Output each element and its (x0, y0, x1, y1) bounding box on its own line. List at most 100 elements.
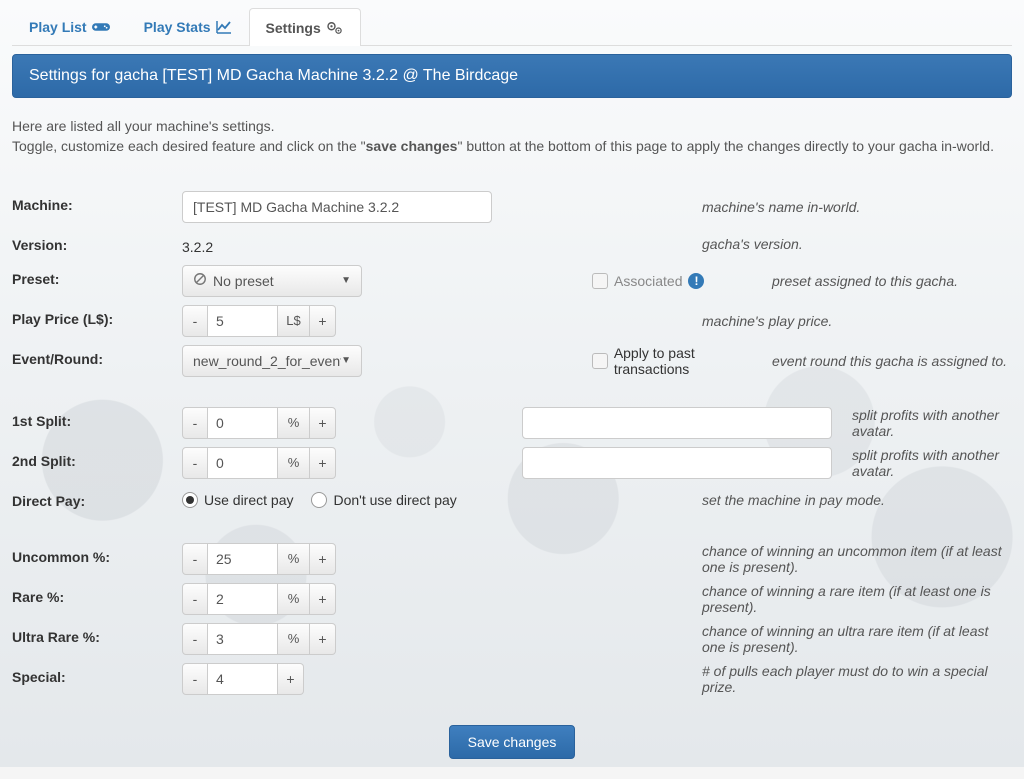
split1-stepper: - % + (182, 407, 336, 439)
tab-label: Settings (266, 20, 321, 36)
ultrarare-increment[interactable]: + (310, 623, 336, 655)
label-preset: Preset: (12, 265, 182, 287)
radio-icon (182, 492, 198, 508)
help-event: event round this gacha is assigned to. (772, 353, 1012, 369)
split2-stepper: - % + (182, 447, 336, 479)
split1-input[interactable] (208, 407, 278, 439)
ultrarare-stepper: - % + (182, 623, 336, 655)
ultrarare-decrement[interactable]: - (182, 623, 208, 655)
associated-label: Associated (614, 273, 682, 289)
help-version: gacha's version. (692, 236, 1012, 252)
split2-unit: % (278, 447, 310, 479)
version-value: 3.2.2 (182, 233, 213, 255)
special-input[interactable] (208, 663, 278, 695)
event-dropdown[interactable]: new_round_2_for_event_with ▼ (182, 345, 362, 377)
intro-text: Here are listed all your machine's setti… (12, 116, 1012, 157)
machine-name-input[interactable] (182, 191, 492, 223)
split1-unit: % (278, 407, 310, 439)
row-version: Version: 3.2.2 gacha's version. (12, 227, 1012, 261)
special-stepper: - + (182, 663, 304, 695)
label-special: Special: (12, 663, 182, 685)
ban-icon (193, 272, 207, 289)
apply-past-label: Apply to past transactions (614, 345, 772, 377)
tab-playstats[interactable]: Play Stats (127, 8, 249, 45)
price-stepper: - L$ + (182, 305, 336, 337)
rare-increment[interactable]: + (310, 583, 336, 615)
split2-input[interactable] (208, 447, 278, 479)
uncommon-input[interactable] (208, 543, 278, 575)
row-split1: 1st Split: - % + split profits with anot… (12, 403, 1012, 443)
split1-increment[interactable]: + (310, 407, 336, 439)
chart-icon (216, 20, 232, 34)
row-uncommon: Uncommon %: - % + chance of winning an u… (12, 539, 1012, 579)
label-machine: Machine: (12, 191, 182, 213)
save-changes-button[interactable]: Save changes (449, 725, 576, 759)
uncommon-unit: % (278, 543, 310, 575)
uncommon-increment[interactable]: + (310, 543, 336, 575)
tab-label: Play List (29, 19, 87, 35)
rare-input[interactable] (208, 583, 278, 615)
rare-stepper: - % + (182, 583, 336, 615)
row-rare: Rare %: - % + chance of winning a rare i… (12, 579, 1012, 619)
preset-value: No preset (213, 273, 274, 289)
preset-dropdown[interactable]: No preset ▼ (182, 265, 362, 297)
help-split2: split profits with another avatar. (842, 447, 1012, 479)
label-rare: Rare %: (12, 583, 182, 605)
tab-bar: Play List Play Stats Settings (12, 8, 1012, 46)
help-split1: split profits with another avatar. (842, 407, 1012, 439)
row-event: Event/Round: new_round_2_for_event_with … (12, 341, 1012, 381)
price-input[interactable] (208, 305, 278, 337)
apply-past-checkbox[interactable] (592, 353, 608, 369)
help-ultrarare: chance of winning an ultra rare item (if… (692, 623, 1012, 655)
special-decrement[interactable]: - (182, 663, 208, 695)
uncommon-stepper: - % + (182, 543, 336, 575)
split2-avatar-input[interactable] (522, 447, 832, 479)
gamepad-icon (92, 21, 110, 33)
split1-decrement[interactable]: - (182, 407, 208, 439)
info-icon[interactable]: ! (688, 273, 704, 289)
row-special: Special: - + # of pulls each player must… (12, 659, 1012, 699)
radio-icon (311, 492, 327, 508)
help-uncommon: chance of winning an uncommon item (if a… (692, 543, 1012, 575)
tab-label: Play Stats (144, 19, 211, 35)
split2-decrement[interactable]: - (182, 447, 208, 479)
help-rare: chance of winning a rare item (if at lea… (692, 583, 1012, 615)
label-split1: 1st Split: (12, 407, 182, 429)
rare-decrement[interactable]: - (182, 583, 208, 615)
caret-down-icon: ▼ (341, 275, 351, 286)
caret-down-icon: ▼ (341, 355, 351, 366)
label-ultrarare: Ultra Rare %: (12, 623, 182, 645)
label-split2: 2nd Split: (12, 447, 182, 469)
tab-playlist[interactable]: Play List (12, 8, 127, 45)
price-unit: L$ (278, 305, 310, 337)
label-event: Event/Round: (12, 345, 182, 367)
help-machine: machine's name in-world. (692, 199, 1012, 215)
tab-settings[interactable]: Settings (249, 8, 361, 46)
help-price: machine's play price. (692, 313, 1012, 329)
help-directpay: set the machine in pay mode. (692, 492, 1012, 508)
label-version: Version: (12, 231, 182, 253)
directpay-option-dont[interactable]: Don't use direct pay (311, 492, 456, 508)
directpay-option-use[interactable]: Use direct pay (182, 492, 293, 508)
row-price: Play Price (L$): - L$ + machine's play p… (12, 301, 1012, 341)
associated-checkbox[interactable] (592, 273, 608, 289)
special-increment[interactable]: + (278, 663, 304, 695)
row-directpay: Direct Pay: Use direct pay Don't use dir… (12, 483, 1012, 517)
gears-icon (326, 21, 344, 35)
row-ultrarare: Ultra Rare %: - % + chance of winning an… (12, 619, 1012, 659)
price-increment[interactable]: + (310, 305, 336, 337)
label-directpay: Direct Pay: (12, 487, 182, 509)
row-split2: 2nd Split: - % + split profits with anot… (12, 443, 1012, 483)
directpay-radio-group: Use direct pay Don't use direct pay (182, 492, 457, 508)
ultrarare-unit: % (278, 623, 310, 655)
row-preset: Preset: No preset ▼ Associated ! preset … (12, 261, 1012, 301)
price-decrement[interactable]: - (182, 305, 208, 337)
split2-increment[interactable]: + (310, 447, 336, 479)
ultrarare-input[interactable] (208, 623, 278, 655)
label-price: Play Price (L$): (12, 305, 182, 327)
uncommon-decrement[interactable]: - (182, 543, 208, 575)
split1-avatar-input[interactable] (522, 407, 832, 439)
panel-title: Settings for gacha [TEST] MD Gacha Machi… (12, 54, 1012, 98)
event-value: new_round_2_for_event_with (193, 353, 341, 369)
rare-unit: % (278, 583, 310, 615)
